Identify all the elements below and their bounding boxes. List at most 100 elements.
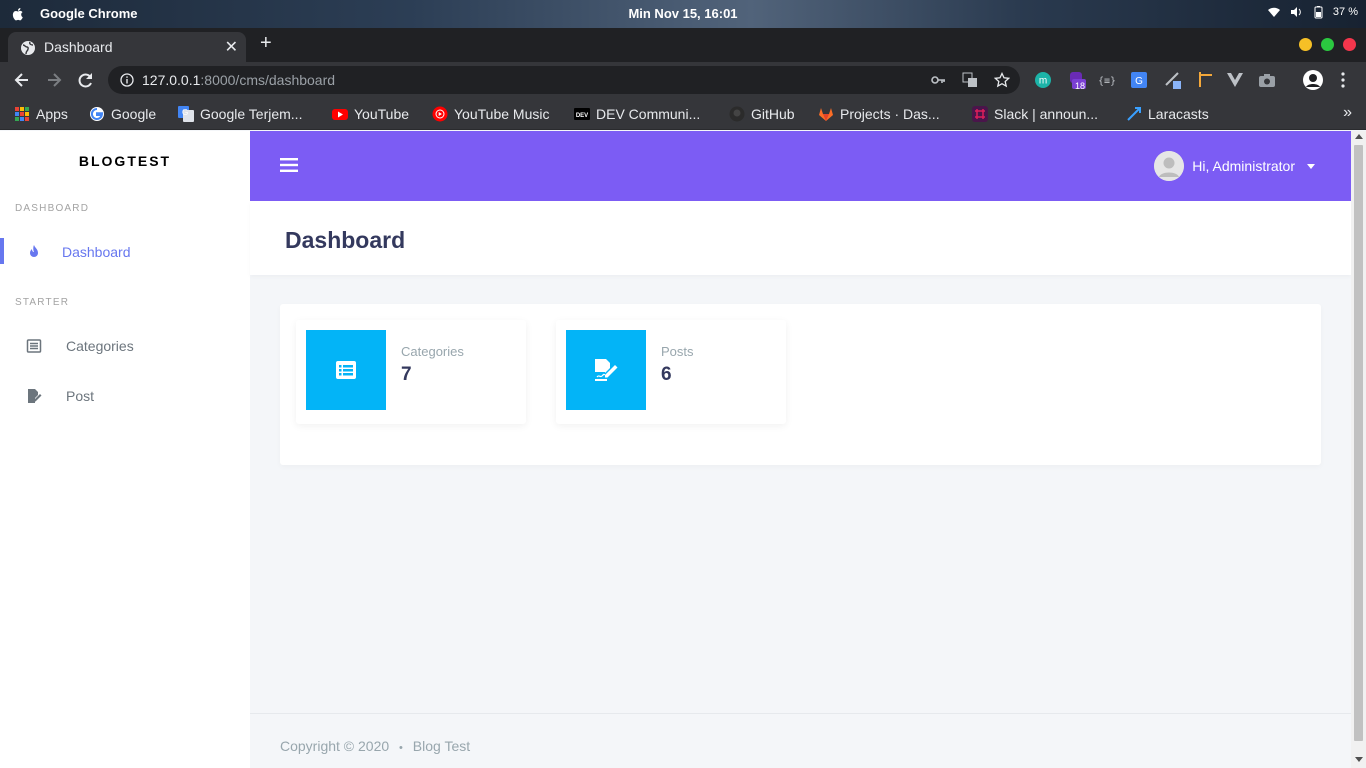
slack-icon (972, 106, 988, 122)
user-dropdown[interactable]: Hi, Administrator (1154, 151, 1315, 181)
page-scrollbar[interactable] (1351, 131, 1366, 768)
url-text[interactable]: 127.0.0.1:8000/cms/dashboard (142, 72, 335, 88)
browser-toolbar: 127.0.0.1:8000/cms/dashboard m 18 {≡} G (0, 62, 1366, 98)
bookmark-dev[interactable]: DEV DEV Communi... (574, 104, 700, 124)
os-menubar: Google Chrome Min Nov 15, 16:01 37 % (0, 0, 1366, 28)
copyright-text: Copyright © 2020 (280, 738, 390, 754)
scrollbar-thumb[interactable] (1354, 145, 1363, 741)
menu-header-starter: STARTER (15, 297, 70, 308)
bookmark-label: Google (111, 106, 157, 122)
top-navbar: Hi, Administrator (250, 131, 1351, 201)
extension-json-icon[interactable]: {≡} (1098, 71, 1116, 89)
extension-m-icon[interactable]: m (1034, 71, 1052, 89)
bookmarks-more-icon[interactable]: » (1343, 104, 1352, 122)
google-translate-icon: G (178, 106, 194, 122)
brand-logo[interactable]: BLOGTEST (0, 153, 250, 169)
system-tray: 37 % (1267, 5, 1358, 19)
site-info-icon[interactable] (120, 73, 134, 87)
apps-grid-icon (15, 107, 29, 121)
bookmark-star-icon[interactable] (994, 72, 1010, 88)
bookmark-google-translate[interactable]: G Google Terjem... (178, 104, 302, 124)
volume-icon[interactable] (1289, 5, 1303, 19)
back-icon[interactable] (12, 70, 32, 90)
bookmark-label: Laracasts (1148, 106, 1209, 122)
bookmark-label: YouTube Music (454, 106, 550, 122)
bookmark-youtube-music[interactable]: YouTube Music (432, 104, 549, 124)
stat-posts[interactable]: Posts 6 (556, 320, 786, 424)
svg-text:m: m (1039, 76, 1047, 87)
forward-icon[interactable] (44, 70, 64, 90)
user-avatar-icon (1154, 151, 1185, 181)
bookmark-label: DEV Communi... (596, 106, 701, 122)
bookmark-slack[interactable]: Slack | announ... (972, 104, 1098, 124)
camera-icon[interactable] (1258, 71, 1276, 89)
user-greeting: Hi, Administrator (1192, 158, 1295, 174)
minimize-button[interactable] (1299, 38, 1312, 51)
page-title: Dashboard (285, 227, 406, 253)
key-icon[interactable] (930, 72, 946, 88)
wifi-icon[interactable] (1267, 5, 1281, 19)
extension-badge-count: 18 (1075, 81, 1086, 91)
youtube-icon (332, 109, 348, 120)
stat-categories[interactable]: Categories 7 (296, 320, 526, 424)
bookmark-google[interactable]: Google (89, 104, 156, 124)
bookmarks-bar: Apps Google G Google Terjem... YouTube Y… (0, 98, 1366, 130)
tab-strip: Dashboard ✕ + (0, 28, 1366, 62)
bookmark-gitlab[interactable]: Projects · Das... (818, 104, 940, 124)
sidebar-item-dashboard[interactable]: Dashboard (0, 232, 250, 272)
chrome-menu-icon[interactable] (1334, 71, 1352, 89)
bookmark-github[interactable]: GitHub (729, 104, 795, 124)
battery-icon[interactable] (1311, 5, 1325, 19)
svg-text:G: G (182, 108, 188, 117)
sidebar-item-label: Post (66, 388, 95, 404)
active-app-name[interactable]: Google Chrome (40, 6, 138, 21)
page-footer: Copyright © 2020 • Blog Test (250, 713, 1351, 768)
address-bar[interactable]: 127.0.0.1:8000/cms/dashboard (108, 66, 1020, 94)
footer-separator: • (399, 742, 403, 754)
stat-label: Posts (661, 344, 694, 359)
scroll-down-arrow-icon[interactable] (1355, 757, 1363, 762)
tab-dashboard[interactable]: Dashboard ✕ (8, 32, 246, 62)
extension-vue-icon[interactable] (1226, 71, 1244, 89)
bookmark-apps[interactable]: Apps (14, 104, 68, 124)
sidebar-item-categories[interactable]: Categories (0, 326, 250, 366)
maximize-button[interactable] (1321, 38, 1334, 51)
bookmark-youtube[interactable]: YouTube (332, 104, 409, 124)
reload-icon[interactable] (76, 70, 96, 90)
globe-icon (21, 41, 35, 55)
stat-icon-box (306, 330, 386, 410)
youtube-music-icon (432, 106, 448, 122)
close-window-button[interactable] (1343, 38, 1356, 51)
sidebar-item-label: Dashboard (62, 244, 131, 260)
github-icon (729, 106, 745, 122)
list-alt-icon (336, 361, 356, 379)
list-icon (26, 339, 42, 353)
google-icon (90, 107, 104, 121)
stat-value: 6 (661, 364, 672, 385)
bookmark-label: YouTube (354, 106, 410, 122)
bookmark-label: Google Terjem... (200, 106, 303, 122)
sidebar: BLOGTEST DASHBOARD Dashboard STARTER Cat… (0, 131, 250, 768)
hamburger-menu-icon[interactable] (280, 157, 298, 173)
extension-crop-icon[interactable] (1196, 71, 1214, 89)
scroll-up-arrow-icon[interactable] (1355, 134, 1363, 139)
footer-site-name: Blog Test (412, 738, 471, 754)
bookmark-label: GitHub (751, 106, 795, 122)
stat-icon-box (566, 330, 646, 410)
profile-avatar-icon[interactable] (1302, 69, 1324, 91)
new-tab-icon[interactable]: + (260, 32, 272, 55)
footer-text: Copyright © 2020 • Blog Test (280, 738, 470, 754)
bookmark-laracasts[interactable]: Laracasts (1126, 104, 1209, 124)
tab-close-icon[interactable]: ✕ (225, 37, 238, 57)
system-clock[interactable]: Min Nov 15, 16:01 (0, 6, 1366, 21)
extension-pen-icon[interactable] (1164, 71, 1182, 89)
stats-card: Categories 7 Posts 6 (280, 304, 1321, 465)
section-header: Dashboard (250, 201, 1351, 275)
sidebar-item-post[interactable]: Post (0, 376, 250, 416)
laracasts-icon (1127, 107, 1141, 121)
translate-icon[interactable] (962, 72, 978, 88)
menu-header-dashboard: DASHBOARD (15, 203, 90, 214)
bookmark-label: Slack | announ... (994, 106, 1099, 122)
extension-translate-icon[interactable]: G (1130, 71, 1148, 89)
apple-icon[interactable] (10, 6, 26, 22)
